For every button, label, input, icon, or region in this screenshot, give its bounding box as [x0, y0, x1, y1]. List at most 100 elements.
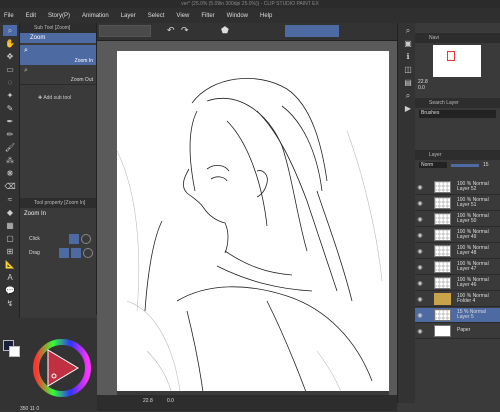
balloon-tool-icon[interactable]: 💬 [3, 285, 17, 296]
layer-thumbnail [434, 261, 451, 273]
sub-tool-group[interactable]: Zoom [20, 33, 96, 43]
blend-tool-icon[interactable]: ≈ [3, 194, 17, 205]
eye-icon[interactable]: ◉ [415, 328, 425, 335]
clear-icon[interactable]: ⬟ [221, 25, 229, 36]
menu-story[interactable]: Story(P) [48, 13, 70, 19]
eraser-tool-icon[interactable]: ⌫ [3, 181, 17, 192]
brush-tool-icon[interactable]: 🖌 [3, 142, 17, 153]
sub-color-swatch[interactable] [9, 346, 20, 357]
menu-animation[interactable]: Animation [82, 13, 109, 19]
layer-opacity-slider[interactable] [451, 163, 479, 167]
eye-icon[interactable]: ◉ [415, 280, 425, 287]
eye-icon[interactable]: ◉ [415, 216, 425, 223]
color-panel: 350 11 0 [0, 318, 97, 412]
frame-tool-icon[interactable]: ⊞ [3, 246, 17, 257]
undo-icon[interactable]: ↶ [167, 25, 175, 36]
add-sub-tool-label: Add sub tool [43, 95, 72, 101]
search-layer-panel: Search Layer Brushes [415, 98, 500, 148]
redo-icon[interactable]: ↷ [181, 25, 189, 36]
canvas-paper[interactable] [116, 51, 389, 409]
sub-tool-zoom-out[interactable]: ⌕ Zoom Out [20, 65, 96, 85]
decoration-tool-icon[interactable]: ❋ [3, 168, 17, 179]
snap-icon[interactable] [285, 25, 339, 37]
fill-tool-icon[interactable]: ◆ [3, 207, 17, 218]
figure-tool-icon[interactable]: ▢ [3, 233, 17, 244]
drag-option-button-1[interactable] [59, 248, 69, 258]
text-tool-icon[interactable]: A [3, 272, 17, 283]
menu-file[interactable]: File [4, 13, 14, 19]
sub-tool-label: Zoom In [74, 58, 93, 64]
eye-icon[interactable]: ◉ [415, 264, 425, 271]
eye-icon[interactable]: ◉ [415, 184, 425, 191]
menu-layer[interactable]: Layer [121, 13, 136, 19]
layer-header: Layer [415, 150, 500, 160]
tool-property-title: Zoom In [24, 211, 47, 217]
eyedropper-tool-icon[interactable]: ✎ [3, 103, 17, 114]
zoom-value: 350 [20, 406, 29, 412]
eye-icon[interactable]: ◉ [415, 312, 425, 319]
drag-option-button-3[interactable] [83, 248, 93, 258]
layer-row[interactable]: ◉ 100 % Normal Layer 47 [415, 260, 500, 275]
eye-icon[interactable]: ◉ [415, 232, 425, 239]
menu-help[interactable]: Help [260, 13, 272, 19]
menu-edit[interactable]: Edit [26, 13, 36, 19]
layer-row[interactable]: ◉ 100 % Normal Layer 50 [415, 212, 500, 227]
eye-icon[interactable]: ◉ [415, 248, 425, 255]
add-sub-tool-button[interactable]: ✚ Add sub tool [20, 95, 96, 101]
eye-icon[interactable]: ◉ [415, 200, 425, 207]
menu-filter[interactable]: Filter [201, 13, 214, 19]
drag-row: Drag [20, 248, 96, 258]
pen-tool-icon[interactable]: ✒ [3, 116, 17, 127]
menu-select[interactable]: Select [148, 13, 165, 19]
drag-option-button-2[interactable] [71, 248, 81, 258]
folder-row[interactable]: ◉ 100 % Normal Folder 4 [415, 292, 500, 307]
sub-view-icon[interactable]: ▣ [401, 38, 415, 49]
animation-icon[interactable]: ▶ [401, 103, 415, 114]
canvas-tab[interactable] [99, 25, 151, 37]
layer-row[interactable]: ◉ 100 % Normal Layer 52 [415, 180, 500, 195]
layer-row[interactable]: ◉ 100 % Normal Layer 49 [415, 228, 500, 243]
airbrush-tool-icon[interactable]: ⁂ [3, 155, 17, 166]
layer-controls: Norm 15 [415, 160, 500, 170]
menu-view[interactable]: View [176, 13, 189, 19]
eye-icon[interactable]: ◉ [415, 296, 425, 303]
click-row: Click [20, 234, 96, 244]
correct-line-tool-icon[interactable]: ↯ [3, 298, 17, 309]
search-layer-icon[interactable]: ⌕ [401, 90, 415, 101]
layer-blend-dropdown[interactable]: Norm [419, 162, 447, 168]
navigator-preview[interactable] [433, 45, 481, 77]
folder-icon [434, 293, 451, 305]
gradient-tool-icon[interactable]: ▦ [3, 220, 17, 231]
status-angle: 0.0 [167, 398, 174, 404]
layer-row[interactable]: ◉ 100 % Normal Layer 51 [415, 196, 500, 211]
layer-row[interactable]: ◉ 100 % Normal Layer 48 [415, 244, 500, 259]
menu-window[interactable]: Window [227, 13, 248, 19]
lasso-tool-icon[interactable]: ◌ [3, 77, 17, 88]
brush-extra-value: 0 [36, 406, 40, 412]
info-icon[interactable]: ℹ [401, 51, 415, 62]
layer-text: 100 % Normal Layer 52 [457, 181, 489, 193]
select-tool-icon[interactable]: ▭ [3, 64, 17, 75]
navigator-icon[interactable]: ⌕ [401, 25, 415, 36]
sub-tool-zoom-in[interactable]: ⌕ Zoom In [20, 45, 96, 65]
material-icon[interactable]: ◫ [401, 64, 415, 75]
ruler-tool-icon[interactable]: 📐 [3, 259, 17, 270]
layer-row-selected[interactable]: ◉ 15 % Normal Layer 5 [415, 308, 500, 323]
zoom-tool-icon[interactable]: ⌕ [3, 25, 17, 36]
sub-tool-panel: Sub Tool [Zoom] Zoom ⌕ Zoom In ⌕ Zoom Ou… [20, 23, 97, 198]
layer-property-icon[interactable]: ▤ [401, 77, 415, 88]
click-option-button[interactable] [81, 234, 91, 244]
layer-thumbnail [434, 229, 451, 241]
click-zoom-button[interactable] [69, 234, 79, 244]
layer-row[interactable]: ◉ 100 % Normal Layer 46 [415, 276, 500, 291]
pencil-tool-icon[interactable]: ✏ [3, 129, 17, 140]
move-tool-icon[interactable]: ✥ [3, 51, 17, 62]
wand-tool-icon[interactable]: ✦ [3, 90, 17, 101]
hand-tool-icon[interactable]: ✋ [3, 38, 17, 49]
layer-text: 100 % Normal Layer 48 [457, 245, 489, 257]
color-wheel[interactable] [32, 338, 92, 398]
paper-row[interactable]: ◉ Paper [415, 324, 500, 339]
layer-text: 100 % Normal Layer 49 [457, 229, 489, 241]
layer-text: 15 % Normal Layer 5 [457, 309, 486, 321]
search-layer-filter[interactable]: Brushes [419, 110, 496, 118]
